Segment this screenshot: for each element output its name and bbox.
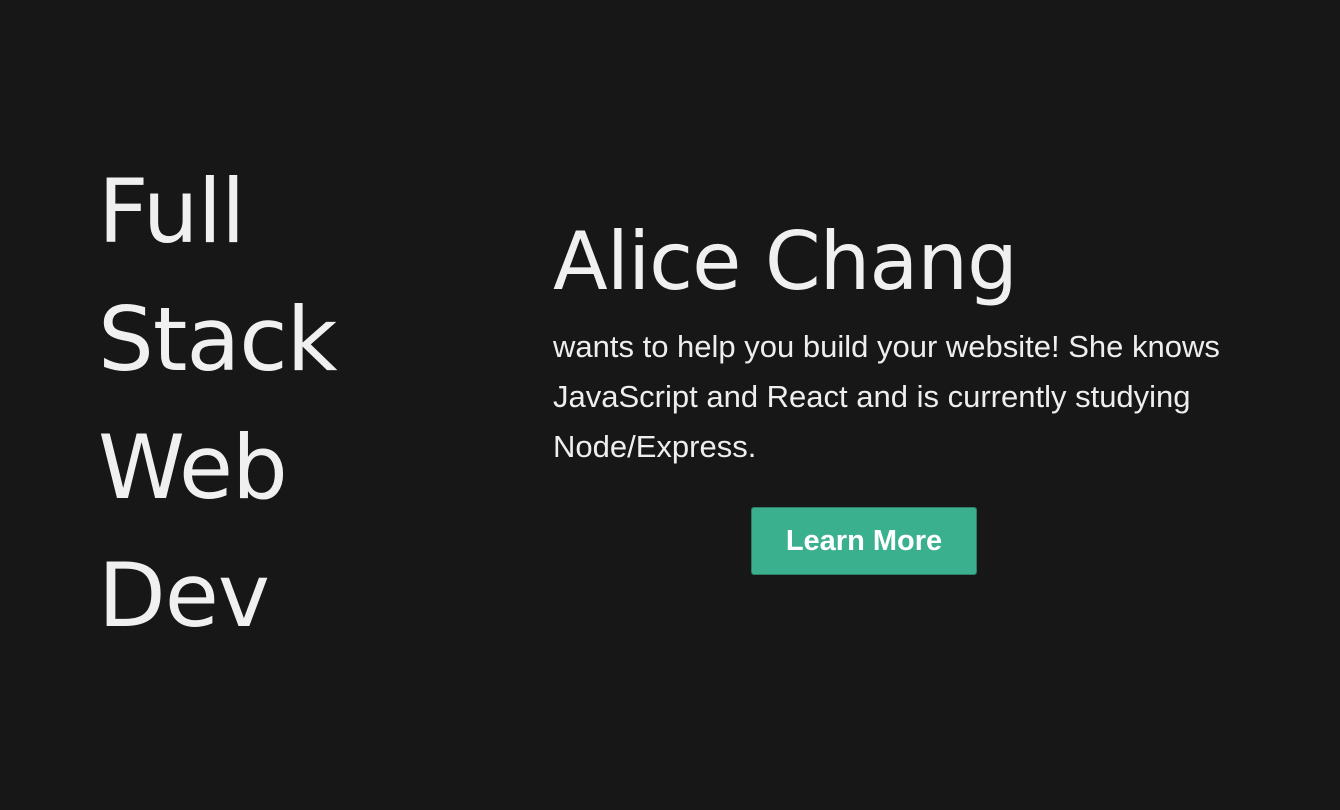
intro-description: wants to help you build your website! Sh… bbox=[553, 329, 1220, 464]
tagline-line-dev: Dev bbox=[98, 544, 270, 647]
tagline-line-stack: Stack bbox=[98, 288, 338, 391]
developer-name: Alice Chang bbox=[553, 215, 1018, 308]
tagline: Full Stack Web Dev bbox=[98, 148, 458, 660]
hero-section: Full Stack Web Dev Alice Chang wants to … bbox=[0, 0, 1340, 810]
learn-more-button[interactable]: Learn More bbox=[751, 507, 977, 575]
intro-section: Alice Chang wants to help you build your… bbox=[553, 214, 1273, 472]
tagline-line-full: Full bbox=[98, 160, 245, 263]
tagline-line-web: Web bbox=[98, 416, 288, 519]
